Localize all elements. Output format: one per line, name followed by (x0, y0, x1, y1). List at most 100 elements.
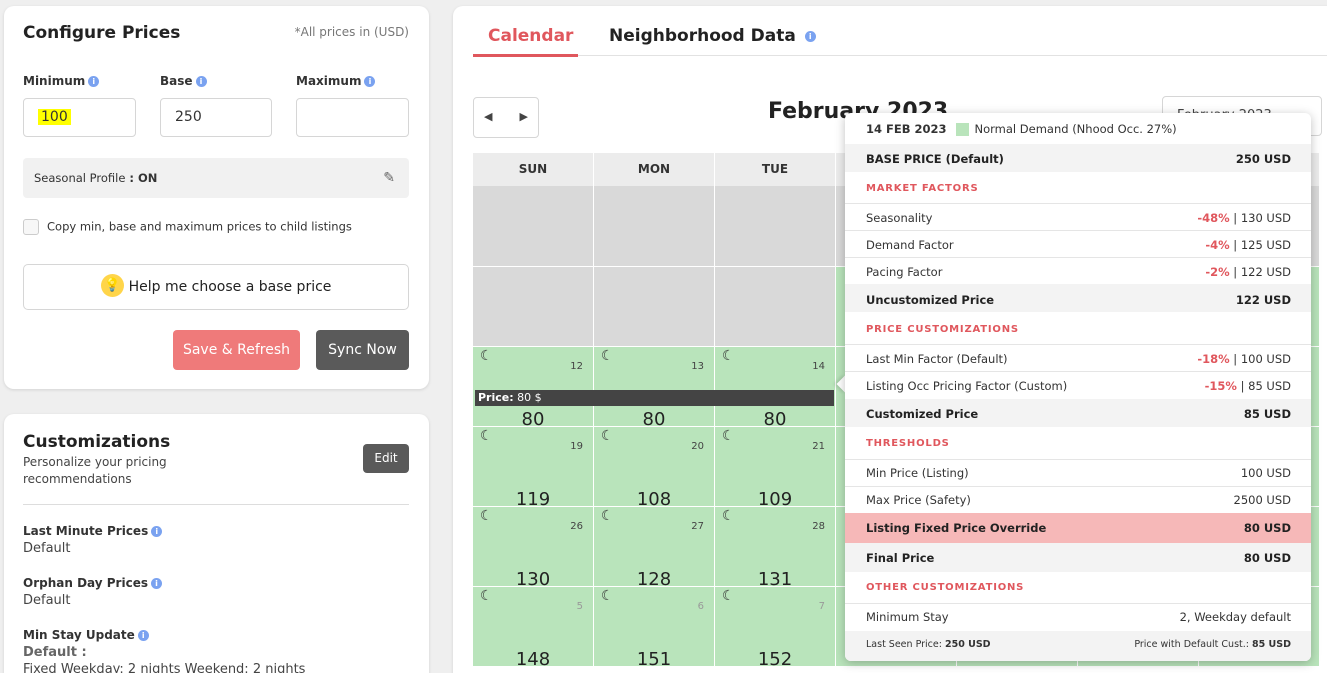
calendar-day-cell[interactable]: ☾ 14 80 (715, 347, 836, 430)
calendar-day-cell[interactable]: ☾ 28 131 (715, 507, 836, 590)
day-number: 28 (812, 521, 825, 532)
calendar-day-cell[interactable] (715, 267, 836, 347)
configure-prices-title: Configure Prices (23, 23, 181, 43)
info-icon[interactable]: i (151, 526, 163, 537)
price-bar: Price: 80 $ (475, 390, 834, 406)
seasonal-state: ON (138, 171, 158, 185)
min-stay-icon: ☾ (722, 348, 735, 364)
calendar-day-cell[interactable] (473, 186, 594, 267)
thresholds-title: THRESHOLDS (866, 438, 950, 449)
info-icon[interactable]: i (195, 76, 207, 87)
day-number: 7 (818, 601, 825, 612)
min-stay-icon: ☾ (480, 588, 493, 604)
info-icon[interactable]: i (137, 630, 149, 641)
weekday-header: TUE (715, 153, 836, 186)
tab-calendar[interactable]: Calendar (488, 26, 573, 46)
price-breakdown-tooltip: 14 FEB 2023 Normal Demand (Nhood Occ. 27%… (845, 113, 1311, 661)
day-number: 13 (691, 361, 704, 372)
info-icon[interactable]: i (364, 76, 376, 87)
edit-customizations-button[interactable]: Edit (363, 444, 409, 473)
day-number: 5 (576, 601, 583, 612)
min-stay-update-value: Default : (23, 645, 87, 660)
day-number: 14 (812, 361, 825, 372)
calendar-day-cell[interactable]: ☾ 21 109 (715, 427, 836, 510)
tabs-divider (473, 55, 1327, 56)
min-stay-icon: ☾ (601, 508, 614, 524)
maximum-price-input[interactable] (296, 98, 409, 137)
pencil-icon[interactable]: ✎ (383, 170, 395, 186)
min-stay-icon: ☾ (722, 508, 735, 524)
save-refresh-button[interactable]: Save & Refresh (173, 330, 300, 370)
last-minute-prices-label: Last Minute Prices i (23, 524, 163, 538)
calendar-day-cell[interactable] (473, 267, 594, 347)
calendar-day-cell[interactable]: ☾ 5 148 (473, 587, 594, 670)
help-choose-base-price-button[interactable]: 💡 Help me choose a base price (23, 264, 409, 310)
info-icon[interactable]: i (88, 76, 100, 87)
minimum-price-input[interactable]: 100 (23, 98, 136, 137)
last-minute-prices-value: Default (23, 541, 71, 556)
sync-now-button[interactable]: Sync Now (316, 330, 409, 370)
active-tab-underline (473, 54, 578, 57)
lightbulb-icon: 💡 (100, 274, 124, 297)
day-number: 21 (812, 441, 825, 452)
calendar-day-cell[interactable]: ☾ 12 80 (473, 347, 594, 430)
other-customizations-title: OTHER CUSTOMIZATIONS (866, 582, 1025, 593)
min-stay-icon: ☾ (601, 588, 614, 604)
calendar-day-cell[interactable] (715, 186, 836, 267)
base-price-input[interactable]: 250 (160, 98, 272, 137)
currency-note: *All prices in (USD) (294, 25, 409, 39)
configure-prices-card: Configure Prices *All prices in (USD) Mi… (4, 6, 429, 389)
info-icon[interactable]: i (804, 30, 816, 42)
orphan-day-prices-label: Orphan Day Prices i (23, 576, 162, 590)
min-stay-icon: ☾ (722, 428, 735, 444)
day-number: 26 (570, 521, 583, 532)
day-price: 151 (636, 649, 672, 670)
copy-to-child-checkbox[interactable] (23, 219, 39, 235)
orphan-day-prices-value: Default (23, 593, 71, 608)
customizations-card: Customizations Personalize your pricing … (4, 414, 429, 673)
market-factors-title: MARKET FACTORS (866, 183, 979, 194)
calendar-day-cell[interactable]: ☾ 27 128 (594, 507, 715, 590)
base-label: Base i (160, 74, 207, 88)
min-stay-icon: ☾ (480, 348, 493, 364)
calendar-day-cell[interactable]: ☾ 7 152 (715, 587, 836, 670)
tooltip-date: 14 FEB 2023 (866, 122, 947, 136)
day-number: 27 (691, 521, 704, 532)
day-number: 12 (570, 361, 583, 372)
min-stay-icon: ☾ (480, 428, 493, 444)
calendar-day-cell[interactable]: ☾ 19 119 (473, 427, 594, 510)
day-number: 20 (691, 441, 704, 452)
divider (23, 504, 409, 505)
tooltip-demand: Normal Demand (Nhood Occ. 27%) (974, 122, 1177, 136)
seasonal-profile-row: Seasonal Profile : ON ✎ (23, 158, 409, 198)
info-icon[interactable]: i (150, 578, 162, 589)
calendar-day-cell[interactable] (594, 267, 715, 347)
weekday-header: SUN (473, 153, 594, 186)
weekday-header: MON (594, 153, 715, 186)
min-stay-icon: ☾ (601, 428, 614, 444)
calendar-day-cell[interactable]: ☾ 26 130 (473, 507, 594, 590)
chevron-left-icon[interactable]: ◀ (484, 110, 492, 123)
min-stay-icon: ☾ (722, 588, 735, 604)
calendar-day-cell[interactable]: ☾ 20 108 (594, 427, 715, 510)
calendar-day-cell[interactable]: ☾ 13 80 (594, 347, 715, 430)
price-customizations-title: PRICE CUSTOMIZATIONS (866, 324, 1019, 335)
day-price: 152 (757, 649, 793, 670)
maximum-label: Maximum i (296, 74, 376, 88)
customizations-subtitle: Personalize your pricing recommendations (23, 455, 167, 486)
tab-neighborhood-data[interactable]: Neighborhood Data i (609, 26, 816, 46)
calendar-day-cell[interactable] (594, 186, 715, 267)
min-stay-update-label: Min Stay Update i (23, 628, 149, 642)
calendar-day-cell[interactable]: ☾ 6 151 (594, 587, 715, 670)
day-number: 19 (570, 441, 583, 452)
customizations-title: Customizations (23, 432, 171, 452)
chevron-right-icon[interactable]: ▶ (520, 110, 528, 123)
demand-swatch (955, 123, 969, 136)
month-navigation: ◀ ▶ (473, 97, 539, 138)
minimum-label: Minimum i (23, 74, 100, 88)
copy-to-child-row: Copy min, base and maximum prices to chi… (23, 219, 352, 235)
min-stay-update-detail: Fixed Weekday: 2 nights Weekend: 2 night… (23, 662, 306, 673)
min-stay-icon: ☾ (480, 508, 493, 524)
day-number: 6 (697, 601, 704, 612)
day-price: 148 (515, 649, 551, 670)
